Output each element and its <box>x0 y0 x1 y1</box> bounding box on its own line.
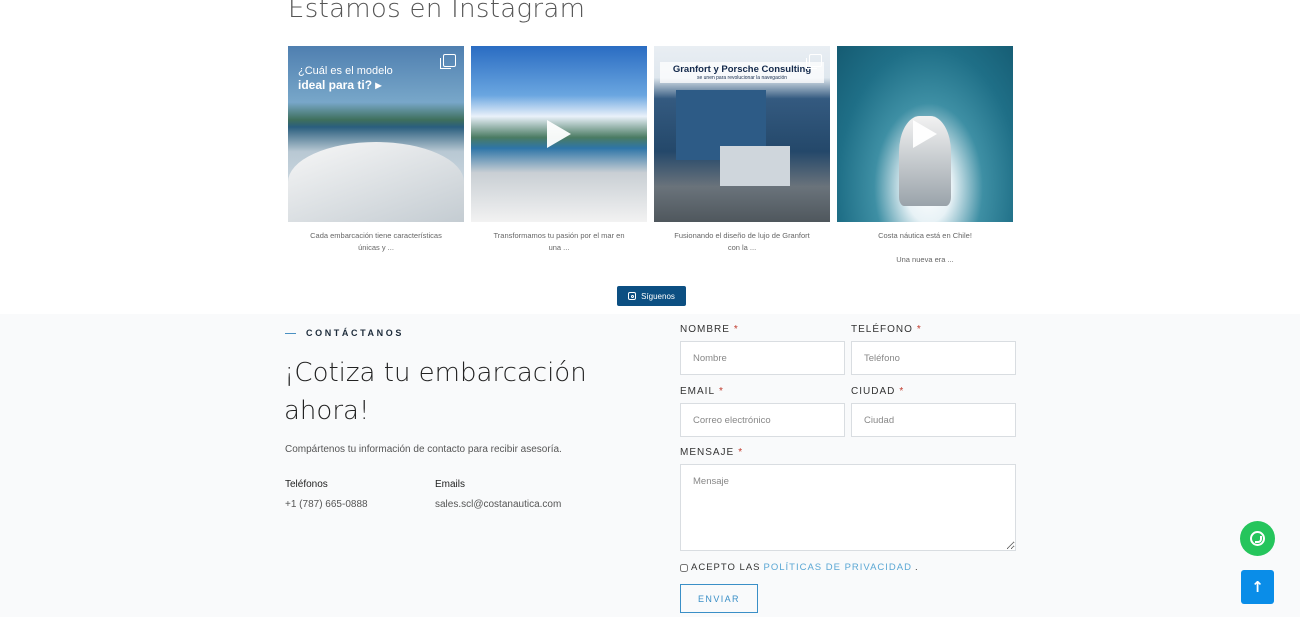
instagram-post-caption: Cada embarcación tiene características ú… <box>288 230 464 254</box>
overlay-line-bold: ideal para ti? ▸ <box>298 78 382 92</box>
arrow-up-icon: ↑ <box>1251 578 1264 596</box>
instagram-post-caption: Transformamos tu pasión por el mar en un… <box>471 230 647 254</box>
instagram-post-image[interactable] <box>837 46 1013 222</box>
phones-block: Teléfonos +1 (787) 665-0888 <box>285 479 368 510</box>
caption-line: Transformamos tu pasión por el mar en <box>493 231 625 240</box>
message-label-text: MENSAJE <box>680 447 735 458</box>
instagram-feed: ¿Cuál es el modelo ideal para ti? ▸ Cada… <box>288 46 1013 266</box>
city-input[interactable] <box>851 403 1016 437</box>
play-icon[interactable] <box>913 120 937 148</box>
required-mark: * <box>719 386 724 397</box>
caption-line: con la ... <box>727 243 757 252</box>
instagram-post-image[interactable]: ¿Cuál es el modelo ideal para ti? ▸ <box>288 46 464 222</box>
privacy-consent: ACEPTO LAS POLÍTICAS DE PRIVACIDAD. <box>680 562 919 573</box>
overlay-line: ¿Cuál es el modelo <box>298 65 393 77</box>
boat-illustration <box>288 142 464 222</box>
caption-line <box>847 242 1003 254</box>
instagram-post-caption: Fusionando el diseño de lujo de Granfort… <box>654 230 830 254</box>
instagram-post-image[interactable]: Granfort y Porsche Consulting se unen pa… <box>654 46 830 222</box>
city-label: CIUDAD * <box>851 386 904 397</box>
caption-line: una ... <box>548 243 570 252</box>
carousel-icon <box>806 54 822 69</box>
phone-number[interactable]: +1 (787) 665-0888 <box>285 499 368 510</box>
post-overlay-headline: Granfort y Porsche Consulting se unen pa… <box>660 62 824 83</box>
instagram-post[interactable]: Costa náutica está en Chile! Una nueva e… <box>837 46 1013 266</box>
instagram-post-image[interactable] <box>471 46 647 222</box>
phone-label: TELÉFONO * <box>851 324 922 335</box>
whatsapp-icon <box>1250 531 1265 546</box>
message-label: MENSAJE * <box>680 447 743 458</box>
instagram-post[interactable]: Granfort y Porsche Consulting se unen pa… <box>654 46 830 266</box>
whatsapp-button[interactable] <box>1240 521 1275 556</box>
phones-label: Teléfonos <box>285 479 328 490</box>
submit-button[interactable]: ENVIAR <box>680 584 758 613</box>
privacy-consent-text: ACEPTO LAS <box>691 562 761 573</box>
caption-line: únicas y ... <box>358 243 394 252</box>
caption-line: Una nueva era ... <box>896 255 954 264</box>
contact-section: CONTÁCTANOS ¡Cotiza tu embarcación ahora… <box>0 314 1300 617</box>
required-mark: * <box>899 386 905 397</box>
eyebrow-dash <box>285 332 296 334</box>
privacy-checkbox[interactable] <box>680 563 688 572</box>
contact-subtitle: Compártenos tu información de contacto p… <box>285 444 562 455</box>
instagram-post[interactable]: ¿Cuál es el modelo ideal para ti? ▸ Cada… <box>288 46 464 266</box>
name-label-text: NOMBRE <box>680 324 730 335</box>
phone-input[interactable] <box>851 341 1016 375</box>
caption-line: Cada embarcación tiene características <box>310 231 442 240</box>
email-label-text: EMAIL <box>680 386 716 397</box>
follow-label: Síguenos <box>641 291 675 301</box>
required-mark: * <box>916 324 922 335</box>
privacy-consent-suffix: . <box>914 562 919 573</box>
overlay-sub-text: se unen para revolucionar la navegación <box>696 75 788 81</box>
scroll-to-top-button[interactable]: ↑ <box>1241 570 1274 604</box>
instagram-section-title: Estamos en Instagram <box>288 0 586 24</box>
contact-eyebrow: CONTÁCTANOS <box>285 328 404 338</box>
phone-label-text: TELÉFONO <box>851 324 913 335</box>
post-overlay-text: ¿Cuál es el modelo ideal para ti? ▸ <box>298 64 393 93</box>
instagram-post[interactable]: Transformamos tu pasión por el mar en un… <box>471 46 647 266</box>
email-address[interactable]: sales.scl@costanautica.com <box>435 499 561 510</box>
required-mark: * <box>738 447 744 458</box>
required-mark: * <box>733 324 739 335</box>
city-label-text: CIUDAD <box>851 386 896 397</box>
play-icon[interactable] <box>547 120 571 148</box>
instagram-icon <box>628 292 637 300</box>
email-label: EMAIL * <box>680 386 724 397</box>
privacy-policy-link[interactable]: POLÍTICAS DE PRIVACIDAD <box>764 562 912 573</box>
eyebrow-text: CONTÁCTANOS <box>306 328 404 338</box>
caption-line: Costa náutica está en Chile! <box>878 231 972 240</box>
caption-line: Fusionando el diseño de lujo de Granfort <box>674 231 810 240</box>
emails-block: Emails sales.scl@costanautica.com <box>435 479 561 510</box>
overlay-head-text: Granfort y Porsche Consulting <box>672 64 812 75</box>
name-input[interactable] <box>680 341 845 375</box>
carousel-icon <box>440 54 456 69</box>
message-textarea[interactable] <box>680 464 1016 551</box>
instagram-post-caption: Costa náutica está en Chile! Una nueva e… <box>837 230 1013 266</box>
name-label: NOMBRE * <box>680 324 739 335</box>
follow-instagram-button[interactable]: Síguenos <box>617 286 686 306</box>
tent-illustration <box>720 146 790 186</box>
contact-title: ¡Cotiza tu embarcación ahora! <box>284 358 587 426</box>
emails-label: Emails <box>435 479 466 490</box>
email-input[interactable] <box>680 403 845 437</box>
